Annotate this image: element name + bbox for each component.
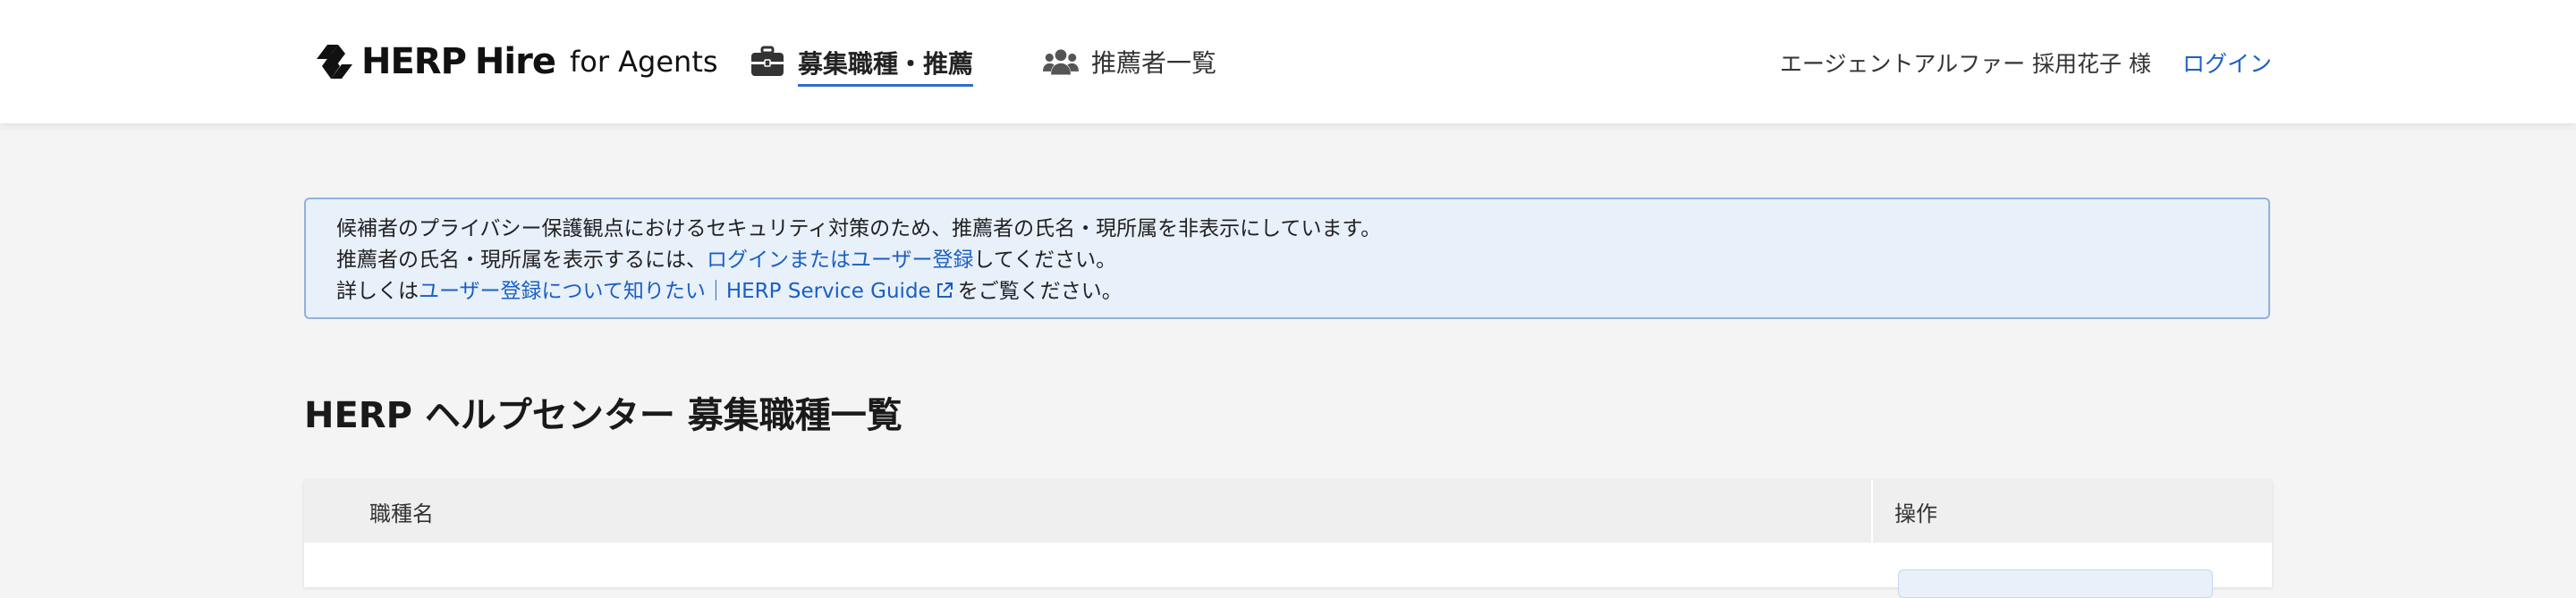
nav-jobs-label: 募集職種・推薦 — [798, 45, 974, 87]
login-link[interactable]: ログイン — [2182, 46, 2272, 79]
job-list-table: 職種名 操作 — [304, 480, 2272, 598]
login-or-register-link[interactable]: ログインまたはユーザー登録 — [707, 248, 974, 272]
users-icon — [1043, 49, 1079, 75]
herp-logo-icon — [317, 45, 352, 79]
nav-recommended-list[interactable]: 推薦者一覧 — [1043, 41, 1216, 82]
notice-line-3-after: をご覧ください。 — [957, 280, 1123, 303]
nav-jobs-recommend[interactable]: 募集職種・推薦 — [750, 41, 974, 87]
notice-line-1: 候補者のプライバシー保護観点におけるセキュリティ対策のため、推薦者の氏名・現所属… — [336, 217, 1382, 240]
notice-line-2-after: してください。 — [973, 248, 1117, 272]
agent-user-name: エージェントアルファー 採用花子 様 — [1779, 51, 2151, 77]
notice-line-3: 詳しくはユーザー登録について知りたい｜HERP Service Guide をご覧… — [336, 276, 2268, 307]
logo-hire-text: Hire — [474, 41, 556, 82]
service-guide-link-text: ユーザー登録について知りたい｜HERP Service Guide — [419, 280, 931, 303]
column-header-job-name: 職種名 — [304, 480, 1873, 543]
herp-hire-logo[interactable]: HERP Hire for Agents — [313, 41, 718, 82]
notice-line-3-before: 詳しくは — [336, 280, 419, 303]
privacy-notice: 候補者のプライバシー保護観点におけるセキュリティ対策のため、推薦者の氏名・現所属… — [304, 198, 2270, 319]
nav-recommended-label: 推薦者一覧 — [1091, 48, 1217, 78]
column-header-actions: 操作 — [1894, 501, 1937, 526]
notice-line-2-before: 推薦者の氏名・現所属を表示するには、 — [336, 248, 707, 272]
logo-for-agents-text: for Agents — [569, 45, 718, 79]
logo-herp-text: HERP — [361, 41, 467, 82]
external-link-icon — [936, 282, 953, 298]
page-title: HERP ヘルプセンター 募集職種一覧 — [304, 395, 902, 436]
service-guide-link[interactable]: ユーザー登録について知りたい｜HERP Service Guide — [419, 280, 958, 303]
briefcase-icon — [751, 46, 784, 76]
table-header: 職種名 操作 — [304, 480, 2272, 543]
notice-line-2: 推薦者の氏名・現所属を表示するには、ログインまたはユーザー登録してください。 — [336, 245, 2268, 276]
top-header: HERP Hire for Agents 募集職種・推薦 推薦者一覧 エージェン… — [0, 0, 2576, 123]
